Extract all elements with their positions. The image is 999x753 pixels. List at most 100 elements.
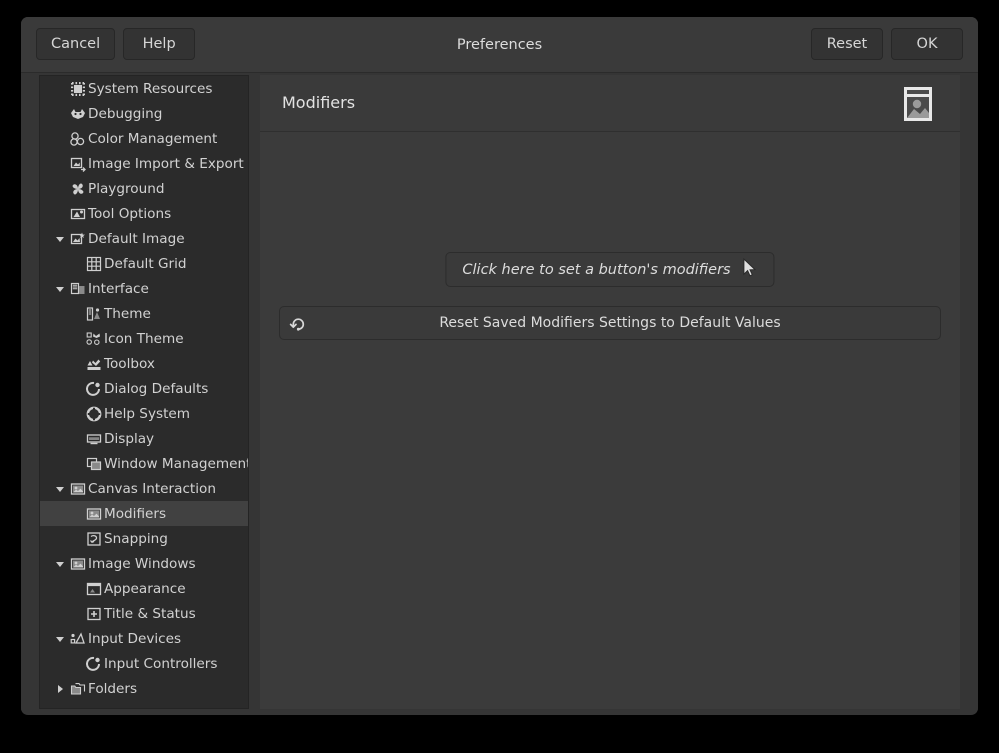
window-management-icon (84, 456, 103, 472)
pinwheel-icon (68, 181, 87, 197)
display-icon (84, 431, 103, 447)
tree-indent (52, 126, 68, 151)
content-header: Modifiers (260, 75, 960, 132)
reset-button[interactable]: Reset (811, 28, 883, 60)
canvas-icon (68, 481, 87, 497)
grid-icon (84, 256, 103, 272)
canvas-icon (68, 556, 87, 572)
sidebar-item-label: Default Grid (103, 256, 187, 272)
tree-indent (52, 151, 68, 176)
sidebar-item-label: Color Management (87, 131, 217, 147)
sidebar-item-toolbox[interactable]: Toolbox (40, 351, 248, 376)
sidebar-item-display[interactable]: Display (40, 426, 248, 451)
sidebar-item-label: Debugging (87, 106, 162, 122)
sidebar-item-label: Canvas Interaction (87, 481, 216, 497)
interface-icon (68, 281, 87, 297)
sidebar-item-default-image[interactable]: Default Image (40, 226, 248, 251)
set-button-modifiers-button[interactable]: Click here to set a button's modifiers (445, 252, 774, 287)
sidebar-item-title-status[interactable]: Title & Status (40, 601, 248, 626)
sidebar-item-dialog-defaults[interactable]: Dialog Defaults (40, 376, 248, 401)
sidebar-item-label: Title & Status (103, 606, 196, 622)
sidebar-item-input-devices[interactable]: Input Devices (40, 626, 248, 651)
import-export-icon (68, 156, 87, 172)
mouse-pointer-icon (743, 258, 758, 281)
sidebar-item-icon-theme[interactable]: Icon Theme (40, 326, 248, 351)
sidebar-item-input-controllers[interactable]: Input Controllers (40, 651, 248, 676)
sidebar-item-label: Theme (103, 306, 151, 322)
sidebar-item-label: Appearance (103, 581, 186, 597)
sidebar-item-snapping[interactable]: Snapping (40, 526, 248, 551)
sidebar-item-label: Image Windows (87, 556, 196, 572)
sidebar-item-label: Folders (87, 681, 137, 697)
sidebar-item-system-resources[interactable]: System Resources (40, 76, 248, 101)
header-right-buttons: Reset OK (811, 28, 963, 60)
preferences-tree[interactable]: System Resources Debugging Color Managemen… (39, 75, 249, 709)
sidebar-item-appearance[interactable]: Appearance (40, 576, 248, 601)
content-body: Click here to set a button's modifiers (260, 132, 960, 709)
reset-saved-modifiers-button[interactable]: Reset Saved Modifiers Settings to Defaul… (279, 306, 941, 340)
sidebar-item-label: Playground (87, 181, 164, 197)
folders-icon (68, 681, 87, 697)
sidebar-item-label: Icon Theme (103, 331, 184, 347)
wilber-icon (68, 106, 87, 122)
sidebar-item-label: Help System (103, 406, 190, 422)
chevron-down-icon[interactable] (52, 551, 68, 576)
color-circles-icon (68, 131, 87, 147)
sidebar-item-image-windows[interactable]: Image Windows (40, 551, 248, 576)
preferences-content-panel: Modifiers Click here to set a button's m… (260, 75, 960, 709)
sidebar-item-modifiers[interactable]: Modifiers (40, 501, 248, 526)
dialog-body: System Resources Debugging Color Managemen… (21, 73, 978, 714)
tree-indent (52, 76, 68, 101)
default-image-icon (68, 231, 87, 247)
sidebar-item-label: Image Import & Export (87, 156, 244, 172)
chevron-down-icon[interactable] (52, 226, 68, 251)
sidebar-item-label: Input Devices (87, 631, 181, 647)
icon-theme-icon (84, 331, 103, 347)
chevron-down-icon[interactable] (52, 626, 68, 651)
rotate-ccw-icon (280, 315, 314, 332)
sidebar-item-label: Window Management (103, 456, 249, 472)
input-controllers-icon (84, 656, 103, 672)
sidebar-item-label: Input Controllers (103, 656, 217, 672)
sidebar-item-label: System Resources (87, 81, 212, 97)
canvas-icon (84, 506, 103, 522)
sidebar-item-help-system[interactable]: Help System (40, 401, 248, 426)
tree-indent (52, 176, 68, 201)
sidebar-item-label: Toolbox (103, 356, 155, 372)
sidebar-item-color-management[interactable]: Color Management (40, 126, 248, 151)
input-devices-icon (68, 631, 87, 647)
chip-icon (68, 81, 87, 97)
sidebar-item-debugging[interactable]: Debugging (40, 101, 248, 126)
chevron-right-icon[interactable] (52, 676, 68, 701)
preferences-window: Preferences Cancel Help Reset OK System … (21, 17, 978, 715)
appearance-icon (84, 581, 103, 597)
help-system-icon (84, 406, 103, 422)
tree-indent (52, 201, 68, 226)
tree-indent (52, 101, 68, 126)
sidebar-item-tool-options[interactable]: Tool Options (40, 201, 248, 226)
chevron-down-icon[interactable] (52, 476, 68, 501)
sidebar-item-label: Modifiers (103, 506, 166, 522)
sidebar-item-theme[interactable]: Theme (40, 301, 248, 326)
toolbox-icon (84, 356, 103, 372)
sidebar-item-image-import-export[interactable]: Image Import & Export (40, 151, 248, 176)
page-title: Modifiers (282, 75, 355, 131)
sidebar-item-label: Snapping (103, 531, 168, 547)
chevron-down-icon[interactable] (52, 276, 68, 301)
canvas-image-icon (896, 86, 940, 122)
sidebar-item-folders[interactable]: Folders (40, 676, 248, 701)
tool-options-icon (68, 206, 87, 222)
ok-button[interactable]: OK (891, 28, 963, 60)
sidebar-item-canvas-interaction[interactable]: Canvas Interaction (40, 476, 248, 501)
sidebar-item-label: Interface (87, 281, 149, 297)
help-button[interactable]: Help (123, 28, 195, 60)
sidebar-item-label: Default Image (87, 231, 185, 247)
sidebar-item-playground[interactable]: Playground (40, 176, 248, 201)
sidebar-item-default-grid[interactable]: Default Grid (40, 251, 248, 276)
header-left-buttons: Cancel Help (36, 28, 195, 60)
set-button-modifiers-label: Click here to set a button's modifiers (462, 262, 730, 278)
sidebar-item-window-management[interactable]: Window Management (40, 451, 248, 476)
cancel-button[interactable]: Cancel (36, 28, 115, 60)
sidebar-item-interface[interactable]: Interface (40, 276, 248, 301)
title-status-icon (84, 606, 103, 622)
